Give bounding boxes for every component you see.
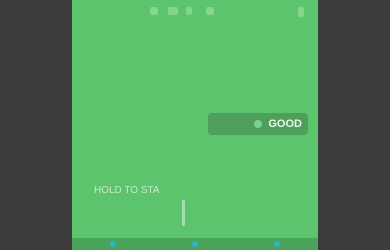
right-bezel: [318, 0, 390, 250]
battery-icon: [150, 7, 158, 15]
status-pill-label: GOOD: [268, 118, 302, 130]
hold-instruction-text: HOLD TO STA: [94, 185, 160, 196]
left-bezel: [0, 0, 72, 250]
menu-icon: [298, 7, 304, 17]
device-screen[interactable]: GOOD HOLD TO STA: [72, 0, 318, 250]
nav-dot-icon[interactable]: [192, 241, 198, 247]
drag-handle-icon[interactable]: [182, 200, 185, 226]
nav-dot-icon[interactable]: [274, 241, 280, 247]
clock-icon: [206, 7, 214, 15]
nav-dot-icon[interactable]: [110, 241, 116, 247]
signal-icon: [168, 7, 178, 15]
bottom-nav-bar: [72, 238, 318, 250]
status-bar: [72, 0, 318, 22]
status-dot-icon: [254, 120, 263, 128]
status-pill[interactable]: GOOD: [208, 113, 308, 135]
wifi-icon: [186, 7, 192, 15]
